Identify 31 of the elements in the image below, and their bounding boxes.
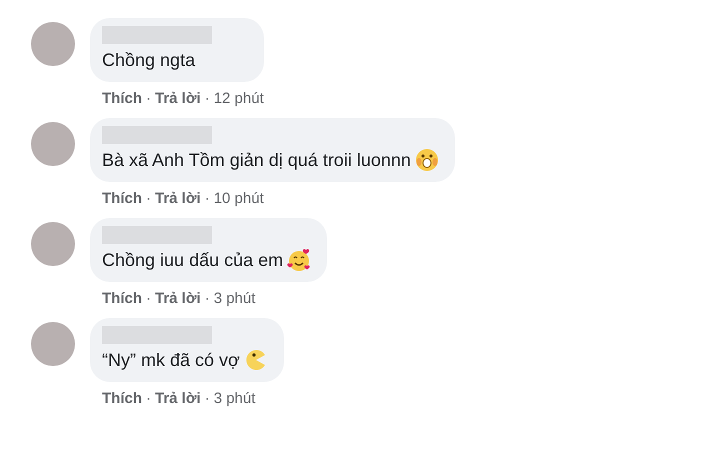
avatar-placeholder[interactable] [31,222,75,266]
reply-link[interactable]: Trả lời [155,190,201,208]
reply-link[interactable]: Trả lời [155,90,201,108]
comment-text: Chồng iuu dấu của em [102,249,284,272]
like-link[interactable]: Thích [102,90,142,108]
separator-dot: · [146,390,151,408]
comment-text: “Ny” mk đã có vợ [102,349,240,372]
separator-dot: · [146,190,151,208]
smiling-face-with-hearts-icon [287,248,312,272]
comment-time[interactable]: 12 phút [214,90,264,108]
separator-dot: · [146,290,151,308]
comment-time[interactable]: 3 phút [214,390,256,408]
separator-dot: · [204,190,210,208]
reply-link[interactable]: Trả lời [155,390,201,408]
avatar-placeholder[interactable] [31,22,75,66]
separator-dot: · [204,290,210,308]
like-link[interactable]: Thích [102,290,142,308]
avatar-placeholder[interactable] [31,122,75,166]
shocked-face-icon [414,148,439,172]
comment-time[interactable]: 3 phút [214,290,256,308]
like-link[interactable]: Thích [102,190,142,208]
comment-text: Chồng ngta [102,49,196,72]
separator-dot: · [204,390,210,408]
like-link[interactable]: Thích [102,390,142,408]
separator-dot: · [204,90,210,108]
separator-dot: · [146,90,151,108]
reply-link[interactable]: Trả lời [155,290,201,308]
avatar-placeholder[interactable] [31,322,75,366]
comment-time[interactable]: 10 phút [214,190,264,208]
pacman-icon [244,348,268,372]
comment-text: Bà xã Anh Tồm giản dị quá troii luonnn [102,149,411,172]
